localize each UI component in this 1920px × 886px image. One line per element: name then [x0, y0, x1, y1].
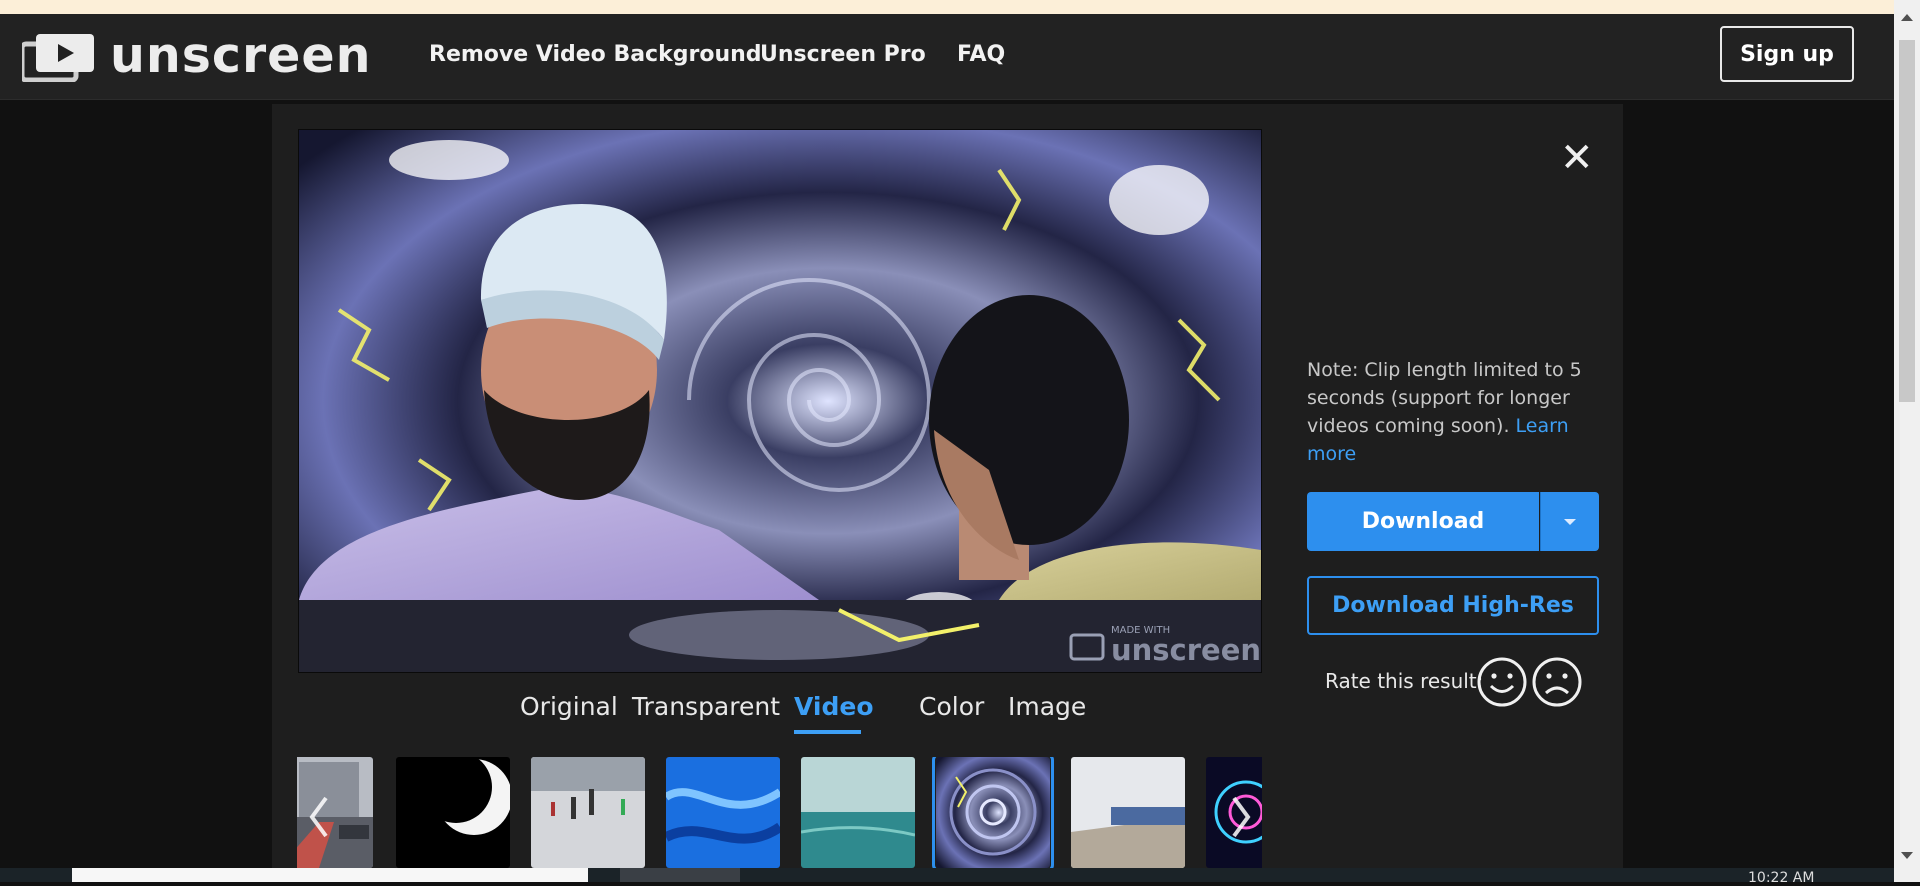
- page-scrollbar[interactable]: [1894, 0, 1920, 882]
- download-options-chevron-down-icon[interactable]: [1540, 492, 1599, 551]
- tab-image[interactable]: Image: [1008, 692, 1086, 721]
- background-thumbnail-vortex[interactable]: [932, 757, 1054, 868]
- taskbar-app-button[interactable]: [620, 868, 740, 882]
- os-taskbar: [0, 868, 1894, 882]
- carousel-prev-chevron-left-icon[interactable]: [304, 790, 334, 844]
- nav-unscreen-pro[interactable]: Unscreen Pro: [760, 42, 926, 67]
- brand-logo[interactable]: unscreen: [22, 27, 371, 84]
- taskbar-clock: 10:22 AM: [1748, 870, 1815, 886]
- background-thumbnail-train-coast[interactable]: [1071, 757, 1185, 868]
- background-thumbnail-ocean[interactable]: [801, 757, 915, 868]
- tab-video[interactable]: Video: [794, 692, 874, 721]
- carousel-next-chevron-right-icon[interactable]: [1226, 790, 1256, 844]
- happy-face-icon[interactable]: [1476, 656, 1528, 708]
- tab-transparent[interactable]: Transparent: [632, 692, 780, 721]
- nav-faq[interactable]: FAQ: [957, 42, 1005, 67]
- nav-remove-video-background[interactable]: Remove Video Background: [429, 42, 762, 67]
- clip-length-note: Note: Clip length limited to 5 seconds (…: [1307, 356, 1597, 468]
- background-thumbnail-blue-marble[interactable]: [666, 757, 780, 868]
- background-video-carousel: [297, 757, 1262, 868]
- rate-result-label: Rate this result:: [1325, 669, 1484, 693]
- active-tab-indicator: [794, 730, 861, 734]
- scrollbar-thumb[interactable]: [1899, 40, 1915, 402]
- download-button[interactable]: Download: [1307, 492, 1539, 551]
- top-navbar: unscreen Remove Video Background Unscree…: [0, 14, 1894, 100]
- video-preview[interactable]: MADE WITH unscreen: [298, 129, 1262, 673]
- background-thumbnail-moon-crescent[interactable]: [396, 757, 510, 868]
- taskbar-search-box[interactable]: [72, 868, 588, 882]
- notification-strip: [0, 0, 1920, 14]
- watermark-brand-text: unscreen: [1111, 633, 1261, 667]
- background-thumbnail-ice-rink[interactable]: [531, 757, 645, 868]
- tab-color[interactable]: Color: [919, 692, 984, 721]
- scroll-down-arrow-icon[interactable]: [1901, 852, 1913, 859]
- download-high-res-button[interactable]: Download High-Res: [1307, 576, 1599, 635]
- video-frame-image: MADE WITH unscreen: [299, 130, 1261, 672]
- scroll-up-arrow-icon[interactable]: [1901, 14, 1913, 21]
- brand-name: unscreen: [110, 27, 372, 84]
- play-screen-logo-icon: [22, 34, 94, 82]
- close-icon[interactable]: ✕: [1560, 138, 1594, 178]
- sad-face-icon[interactable]: [1531, 656, 1583, 708]
- tab-original[interactable]: Original: [520, 692, 618, 721]
- sign-up-button[interactable]: Sign up: [1720, 26, 1854, 82]
